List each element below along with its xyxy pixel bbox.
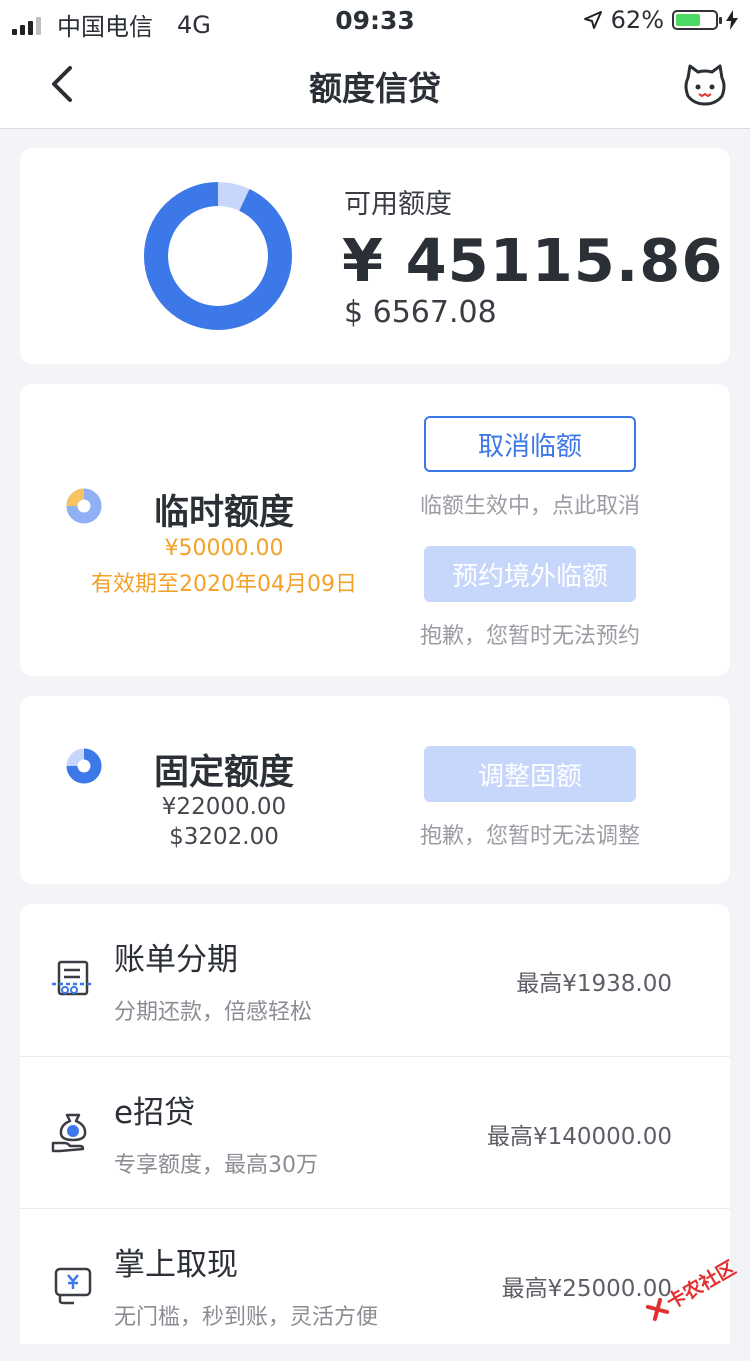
nav-header: 额度信贷 bbox=[0, 40, 750, 129]
temporary-credit-amount: ¥50000.00 bbox=[164, 536, 284, 561]
service-name: e招贷 bbox=[114, 1095, 196, 1131]
temporary-credit-validity: 有效期至2020年04月09日 bbox=[91, 572, 357, 597]
status-right: 62% bbox=[583, 6, 738, 34]
service-max-amount: 最高¥25000.00 bbox=[501, 1276, 672, 1302]
charging-bolt-icon bbox=[726, 10, 738, 30]
fixed-credit-usd: $3202.00 bbox=[169, 824, 279, 850]
reserve-overseas-credit-button[interactable]: 预约境外临额 bbox=[424, 546, 636, 602]
list-item-e-loan[interactable]: e招贷 专享额度，最高30万 最高¥140000.00 bbox=[20, 1056, 730, 1209]
service-name: 账单分期 bbox=[114, 942, 238, 978]
adjust-fixed-credit-hint: 抱歉，您暂时无法调整 bbox=[419, 824, 640, 849]
cash-withdraw-icon bbox=[54, 1267, 92, 1305]
fixed-credit-cny: ¥22000.00 bbox=[161, 794, 287, 820]
reserve-overseas-credit-hint: 抱歉，您暂时无法预约 bbox=[419, 624, 640, 649]
status-bar: 中国电信 4G 09:33 62% bbox=[0, 0, 750, 41]
list-item-bill-installment[interactable]: 账单分期 分期还款，倍感轻松 最高¥1938.00 bbox=[20, 904, 730, 1056]
battery-percent: 62% bbox=[610, 6, 664, 34]
page-title: 额度信贷 bbox=[309, 69, 441, 108]
fixed-credit-donut-icon bbox=[66, 748, 102, 784]
service-name: 掌上取现 bbox=[114, 1247, 238, 1283]
cancel-temp-credit-hint: 临额生效中，点此取消 bbox=[419, 494, 640, 519]
service-desc: 专享额度，最高30万 bbox=[114, 1153, 318, 1178]
temporary-credit-card: 临时额度 ¥50000.00 有效期至2020年04月09日 取消临额 临额生效… bbox=[20, 384, 730, 676]
fixed-credit-title: 固定额度 bbox=[154, 753, 295, 793]
services-list: 账单分期 分期还款，倍感轻松 最高¥1938.00 e招贷 专享额度，最高30万… bbox=[20, 904, 730, 1344]
fixed-credit-card: 固定额度 ¥22000.00 $3202.00 调整固额 抱歉，您暂时无法调整 bbox=[20, 696, 730, 884]
adjust-fixed-credit-button[interactable]: 调整固额 bbox=[424, 746, 636, 802]
location-arrow-icon bbox=[583, 11, 602, 29]
temporary-credit-title: 临时额度 bbox=[154, 493, 295, 533]
service-max-amount: 最高¥1938.00 bbox=[516, 971, 672, 997]
temporary-credit-donut-icon bbox=[66, 488, 102, 524]
available-credit-label: 可用额度 bbox=[344, 189, 452, 220]
cat-mascot-icon[interactable] bbox=[682, 62, 728, 108]
battery-icon bbox=[672, 10, 722, 30]
battery-fill bbox=[676, 14, 700, 26]
list-item-cash-withdraw[interactable]: 掌上取现 无门槛，秒到账，灵活方便 最高¥25000.00 bbox=[20, 1208, 730, 1361]
money-bag-hand-icon bbox=[51, 1113, 87, 1153]
available-credit-ring bbox=[144, 182, 292, 330]
available-credit-cny: ¥ 45115.86 bbox=[342, 226, 724, 295]
cancel-temp-credit-button[interactable]: 取消临额 bbox=[424, 416, 636, 472]
service-max-amount: 最高¥140000.00 bbox=[486, 1124, 672, 1150]
available-credit-usd: $ 6567.08 bbox=[344, 295, 497, 330]
bill-installment-icon bbox=[52, 960, 94, 996]
available-credit-card: 可用额度 ¥ 45115.86 $ 6567.08 bbox=[20, 148, 730, 364]
service-desc: 分期还款，倍感轻松 bbox=[114, 1000, 313, 1025]
service-desc: 无门槛，秒到账，灵活方便 bbox=[114, 1305, 379, 1330]
